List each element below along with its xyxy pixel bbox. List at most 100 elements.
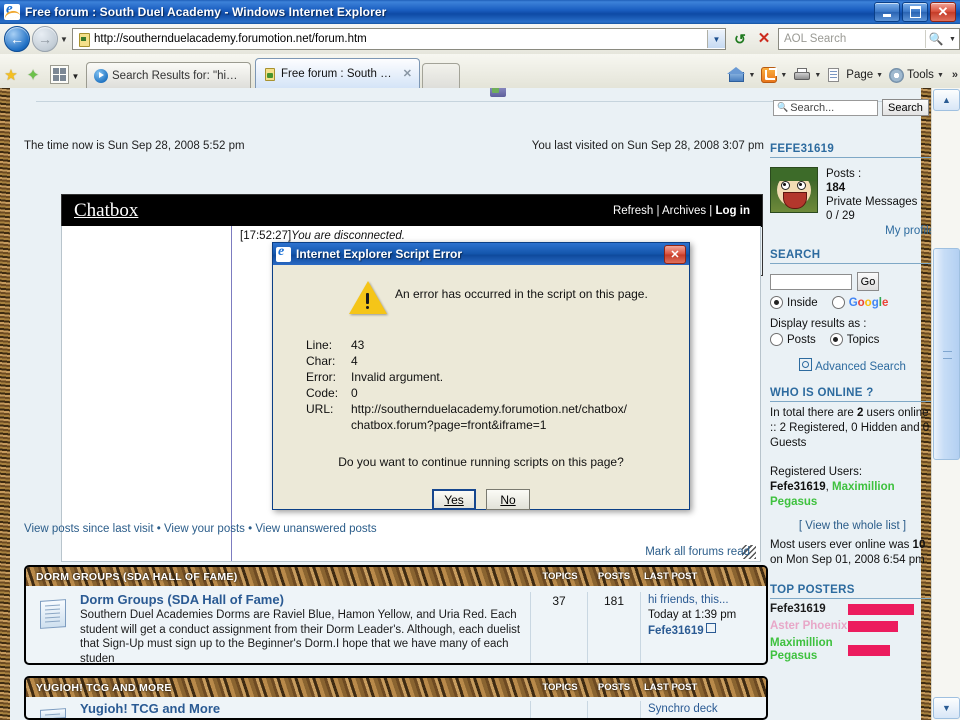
- top-poster-name[interactable]: Maximillion Pegasus: [770, 637, 848, 663]
- close-button[interactable]: ✕: [930, 2, 956, 22]
- history-dropdown-icon[interactable]: ▼: [58, 35, 70, 44]
- tab-label: Search Results for: "higurash...: [112, 69, 243, 82]
- stop-button[interactable]: ✕: [752, 27, 776, 51]
- forum-last-post: hi friends, this... Today at 1:39 pm Fef…: [640, 592, 766, 663]
- browser-search-input[interactable]: AOL Search: [779, 33, 925, 45]
- last-visit-text: You last visited on Sun Sep 28, 2008 3:0…: [531, 140, 764, 152]
- url-text: http://southernduelacademy.forumotion.ne…: [94, 33, 367, 45]
- detail-value: 4: [351, 354, 358, 368]
- chatbox-archives-link[interactable]: Archives: [662, 205, 706, 217]
- chatbox-message: [17:52:27]You are disconnected.: [240, 230, 405, 242]
- print-button[interactable]: ▼: [793, 67, 824, 83]
- tab-close-icon[interactable]: ✕: [403, 67, 412, 80]
- detail-label: Code:: [306, 386, 339, 400]
- forward-button[interactable]: →: [32, 26, 58, 52]
- goto-last-post-icon[interactable]: [705, 623, 716, 633]
- search-heading: SEARCH: [770, 249, 935, 264]
- category-title[interactable]: YUGIOH! TCG AND MORE: [26, 682, 532, 694]
- home-button[interactable]: ▼: [727, 67, 758, 83]
- scroll-down-button[interactable]: ▼: [933, 697, 960, 719]
- view-whole-list-link[interactable]: [ View the whole list ]: [770, 520, 935, 532]
- view-posts-links[interactable]: View posts since last visit • View your …: [24, 523, 377, 535]
- yes-button[interactable]: Yes: [432, 489, 476, 510]
- refresh-button[interactable]: ↺: [728, 27, 752, 51]
- dialog-close-button[interactable]: ✕: [664, 244, 686, 264]
- warning-icon: [349, 281, 387, 315]
- forum-last-post: Synchro deck: [640, 701, 766, 718]
- forum-topics-count: [530, 701, 587, 718]
- maximize-button[interactable]: [902, 2, 928, 22]
- no-button[interactable]: No: [486, 489, 530, 510]
- top-poster-row: Fefe31619: [770, 603, 935, 616]
- top-poster-row: Maximillion Pegasus: [770, 637, 935, 663]
- window-controls: ✕: [874, 2, 956, 22]
- radio-google[interactable]: [831, 296, 845, 309]
- vertical-scrollbar[interactable]: ▲ ▼: [931, 88, 960, 720]
- dialog-title: Internet Explorer Script Error: [296, 247, 463, 261]
- pm-label: Private Messages :: [826, 196, 924, 208]
- avatar[interactable]: [770, 167, 818, 213]
- forum-title-link[interactable]: Yugioh! TCG and More: [80, 701, 524, 716]
- radio-topics-label: Topics: [846, 333, 880, 346]
- registered-user-1[interactable]: Fefe31619: [770, 481, 826, 493]
- time-info-row: The time now is Sun Sep 28, 2008 5:52 pm…: [24, 140, 764, 152]
- browser-search-box[interactable]: AOL Search 🔍 ▼: [778, 28, 960, 50]
- tab-search-results[interactable]: Search Results for: "higurash...: [86, 62, 251, 88]
- chatbox-header: Chatbox Refresh | Archives | Log in: [62, 195, 762, 227]
- posts-label: Posts :: [826, 168, 862, 180]
- page-menu-button[interactable]: Page ▼: [827, 67, 886, 83]
- chatbox-refresh-link[interactable]: Refresh: [613, 205, 653, 217]
- who-online-total: In total there are 2 users online :: 2 R…: [770, 407, 930, 449]
- mark-all-forums-read-link[interactable]: Mark all forums read: [10, 546, 750, 558]
- forum-category-yugioh-tcg: YUGIOH! TCG AND MORE TOPICS POSTS LAST P…: [24, 676, 768, 720]
- page-left-border: [0, 88, 10, 720]
- radio-posts[interactable]: [770, 333, 783, 346]
- tools-menu-label: Tools: [907, 69, 934, 81]
- address-bar: ← → ▼ http://southernduelacademy.forumot…: [0, 24, 960, 55]
- chatbox-login-link[interactable]: Log in: [716, 205, 751, 217]
- scroll-up-button[interactable]: ▲: [933, 89, 960, 111]
- scrollbar-thumb[interactable]: [933, 248, 960, 460]
- radio-inside[interactable]: [770, 296, 783, 309]
- last-post-title-link[interactable]: hi friends, this...: [648, 593, 766, 608]
- column-last-post: LAST POST: [644, 682, 698, 693]
- radio-google-label: Google: [848, 296, 889, 309]
- top-poster-bar: [848, 621, 898, 632]
- registered-users-label: Registered Users:: [770, 466, 863, 478]
- forum-info: Yugioh! TCG and More: [80, 701, 530, 718]
- category-title[interactable]: DORM GROUPS (SDA HALL OF FAME): [26, 571, 532, 583]
- sidebar-search-go-button[interactable]: Go: [857, 272, 879, 291]
- sidebar-search-input[interactable]: [770, 273, 852, 290]
- search-icon[interactable]: 🔍: [925, 30, 946, 48]
- advanced-search-link[interactable]: Advanced Search: [770, 358, 935, 373]
- top-posters-panel: TOP POSTERS Fefe31619 Aster Phoenix Maxi…: [770, 584, 935, 663]
- add-to-favorites-icon[interactable]: ✦: [22, 62, 44, 88]
- radio-topics[interactable]: [829, 333, 843, 346]
- last-post-title-link[interactable]: Synchro deck: [648, 702, 766, 717]
- favorites-center-icon[interactable]: ★: [0, 62, 22, 88]
- forum-title-link[interactable]: Dorm Groups (SDA Hall of Fame): [80, 592, 524, 607]
- url-dropdown-icon[interactable]: ▼: [707, 30, 725, 48]
- last-post-user-link[interactable]: Fefe31619: [648, 625, 704, 637]
- dialog-question: Do you want to continue running scripts …: [338, 455, 624, 469]
- top-poster-name[interactable]: Aster Phoenix: [770, 620, 848, 633]
- who-online-heading: WHO IS ONLINE ?: [770, 387, 935, 402]
- tools-menu-button[interactable]: Tools ▼: [889, 67, 947, 83]
- minimize-button[interactable]: [874, 2, 900, 22]
- site-nav-strip: [36, 88, 896, 102]
- my-profile-link[interactable]: My profile: [770, 225, 935, 237]
- top-poster-name[interactable]: Fefe31619: [770, 603, 848, 616]
- toolbar-overflow-icon[interactable]: »: [952, 69, 958, 81]
- url-bar[interactable]: http://southernduelacademy.forumotion.ne…: [72, 28, 726, 50]
- new-tab-button[interactable]: [422, 63, 460, 88]
- forum-topics-count: 37: [530, 592, 587, 663]
- last-post-date: Today at 1:39 pm: [648, 609, 737, 621]
- quick-tabs-icon[interactable]: [50, 65, 69, 84]
- feeds-button[interactable]: ▼: [761, 67, 790, 83]
- back-button[interactable]: ←: [4, 26, 30, 52]
- search-provider-dropdown-icon[interactable]: ▼: [946, 36, 959, 43]
- tab-free-forum[interactable]: Free forum : South Duel ... ✕: [255, 58, 420, 88]
- rss-icon: [761, 67, 778, 83]
- tab-list-dropdown-icon[interactable]: ▼: [69, 72, 82, 81]
- printer-icon: [793, 67, 811, 83]
